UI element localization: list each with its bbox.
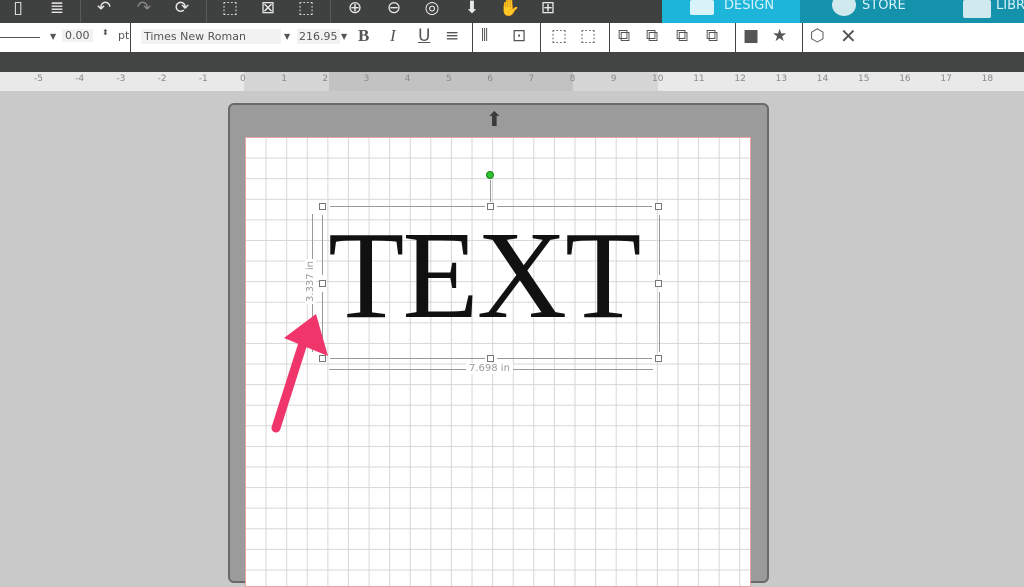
main-toolbar: ▯ ≣ ↶ ↷ ⟳ ⬚ ⊠ ⬚ ⊕ ⊖ ◎ ⬇ ✋ ⊞ DESIGN STORE…	[0, 0, 1024, 23]
zoom-select-icon[interactable]: ◎	[420, 0, 444, 18]
send-to-back-icon[interactable]: ⧉	[706, 26, 718, 46]
grid-icon	[690, 0, 714, 15]
dropdown-icon[interactable]: ▼	[341, 32, 347, 41]
divider	[130, 23, 131, 52]
tab-library[interactable]: LIBRARY	[945, 0, 1024, 23]
divider	[330, 0, 331, 23]
store-logo-icon	[832, 0, 856, 16]
ruler-label: 14	[816, 74, 829, 84]
ruler-label: 16	[899, 74, 911, 84]
pointer-arrow-icon	[271, 314, 328, 433]
divider	[472, 23, 473, 52]
ungroup-icon[interactable]: ⬚	[580, 26, 596, 46]
divider	[609, 23, 610, 52]
pan-hand-icon[interactable]: ✋	[498, 0, 522, 18]
3d-box-icon[interactable]: ⬡	[810, 26, 825, 46]
add-page-icon[interactable]: ⊞	[536, 0, 560, 18]
ruler-label: -5	[34, 74, 43, 84]
shapes-icon[interactable]: ■	[743, 26, 759, 46]
divider	[540, 23, 541, 52]
ruler-label: 6	[487, 74, 493, 84]
redo-icon[interactable]: ↷	[132, 0, 156, 18]
height-dimension: 3.337 in	[304, 259, 316, 304]
font-size-input[interactable]: 216.95	[297, 29, 340, 44]
download-icon	[963, 0, 991, 18]
menu-icon[interactable]: ≣	[45, 0, 69, 18]
text-content[interactable]: TEXT	[328, 214, 641, 339]
ruler-label: 12	[734, 74, 746, 84]
deselect-icon[interactable]: ⊠	[256, 0, 280, 18]
ruler-label: 2	[322, 74, 329, 84]
tab-label: DESIGN	[724, 0, 775, 13]
width-dimension: 7.698 in	[466, 363, 513, 374]
bold-button[interactable]: B	[358, 26, 369, 46]
align-icon[interactable]: ≡	[445, 26, 459, 46]
resize-handle[interactable]	[655, 355, 662, 362]
group-icon[interactable]: ⬚	[551, 26, 567, 46]
tab-design[interactable]: DESIGN	[662, 0, 800, 23]
divider	[735, 23, 736, 52]
bring-forward-icon[interactable]: ⧉	[646, 26, 658, 46]
ruler-label: 13	[775, 74, 788, 84]
ruler-label: -1	[198, 74, 208, 84]
ruler-label: 4	[404, 74, 411, 84]
ruler-label: 10	[652, 74, 664, 84]
underline-button[interactable]: U	[418, 26, 430, 46]
ruler-label: 9	[610, 74, 617, 84]
ruler-label: 5	[446, 74, 452, 84]
line-style-preview[interactable]	[0, 37, 40, 38]
resize-handle[interactable]	[319, 280, 326, 287]
resize-handle[interactable]	[655, 280, 662, 287]
toolbar-strip	[0, 52, 1024, 72]
italic-button[interactable]: I	[390, 26, 396, 46]
zoom-out-icon[interactable]: ⊖	[382, 0, 406, 18]
divider	[80, 0, 81, 23]
ruler-label: -2	[157, 74, 167, 84]
tab-label: LIBRARY	[996, 0, 1024, 13]
fit-to-page-icon[interactable]: ⬇	[460, 0, 484, 18]
send-backward-icon[interactable]: ⧉	[676, 26, 688, 46]
line-width-input[interactable]: 0.00	[62, 29, 93, 42]
ruler-label: 8	[569, 74, 576, 84]
feed-arrow-icon: ⬆	[486, 107, 503, 131]
tab-store[interactable]: STORE	[800, 0, 945, 23]
divider	[206, 0, 207, 23]
close-icon[interactable]: ✕	[840, 26, 857, 46]
ruler-label: 3	[363, 74, 370, 84]
unit-label: pt	[118, 29, 130, 42]
stepper-icon[interactable]: ⬍	[102, 28, 109, 37]
undo-icon[interactable]: ↶	[92, 0, 116, 18]
char-spacing-icon[interactable]: ⫴	[481, 26, 488, 46]
ruler-label: 0	[240, 74, 246, 84]
redraw-icon[interactable]: ⟳	[170, 0, 194, 18]
select-by-color-icon[interactable]: ⬚	[294, 0, 318, 18]
rotate-handle[interactable]	[486, 171, 494, 179]
resize-handle[interactable]	[487, 203, 494, 210]
star-icon[interactable]: ★	[772, 26, 787, 46]
ruler-label: 17	[940, 74, 952, 84]
tab-label: STORE	[862, 0, 906, 13]
ruler-label: 15	[858, 74, 870, 84]
font-select[interactable]: Times New Roman	[141, 29, 281, 44]
rotation-stem	[490, 180, 491, 202]
resize-handle[interactable]	[319, 203, 326, 210]
divider	[802, 23, 803, 52]
horizontal-ruler[interactable]: -5 -4 -3 -2 -1 0 1 2 3 4 5 6 7 8 9 10 11 12 13 14 15 16 17 18	[0, 72, 1024, 91]
text-toolbar: ▼ 0.00 ⬍ pt Times New Roman ▼ 216.95 ▼ B…	[0, 23, 1024, 52]
text-box-icon[interactable]: ⊡	[512, 26, 526, 46]
dropdown-icon[interactable]: ▼	[50, 32, 56, 41]
resize-handle[interactable]	[655, 203, 662, 210]
ruler-label: -3	[116, 74, 126, 84]
bring-to-front-icon[interactable]: ⧉	[618, 26, 630, 46]
select-all-icon[interactable]: ⬚	[218, 0, 242, 18]
ruler-label: -4	[75, 74, 85, 84]
zoom-in-icon[interactable]: ⊕	[343, 0, 367, 18]
ruler-label: 1	[281, 74, 287, 84]
dropdown-icon[interactable]: ▼	[284, 32, 290, 41]
ruler-label: 7	[528, 74, 535, 84]
ruler-label: 11	[693, 74, 705, 84]
ruler-label: 18	[981, 74, 994, 84]
resize-handle[interactable]	[487, 355, 494, 362]
new-document-icon[interactable]: ▯	[6, 0, 30, 18]
